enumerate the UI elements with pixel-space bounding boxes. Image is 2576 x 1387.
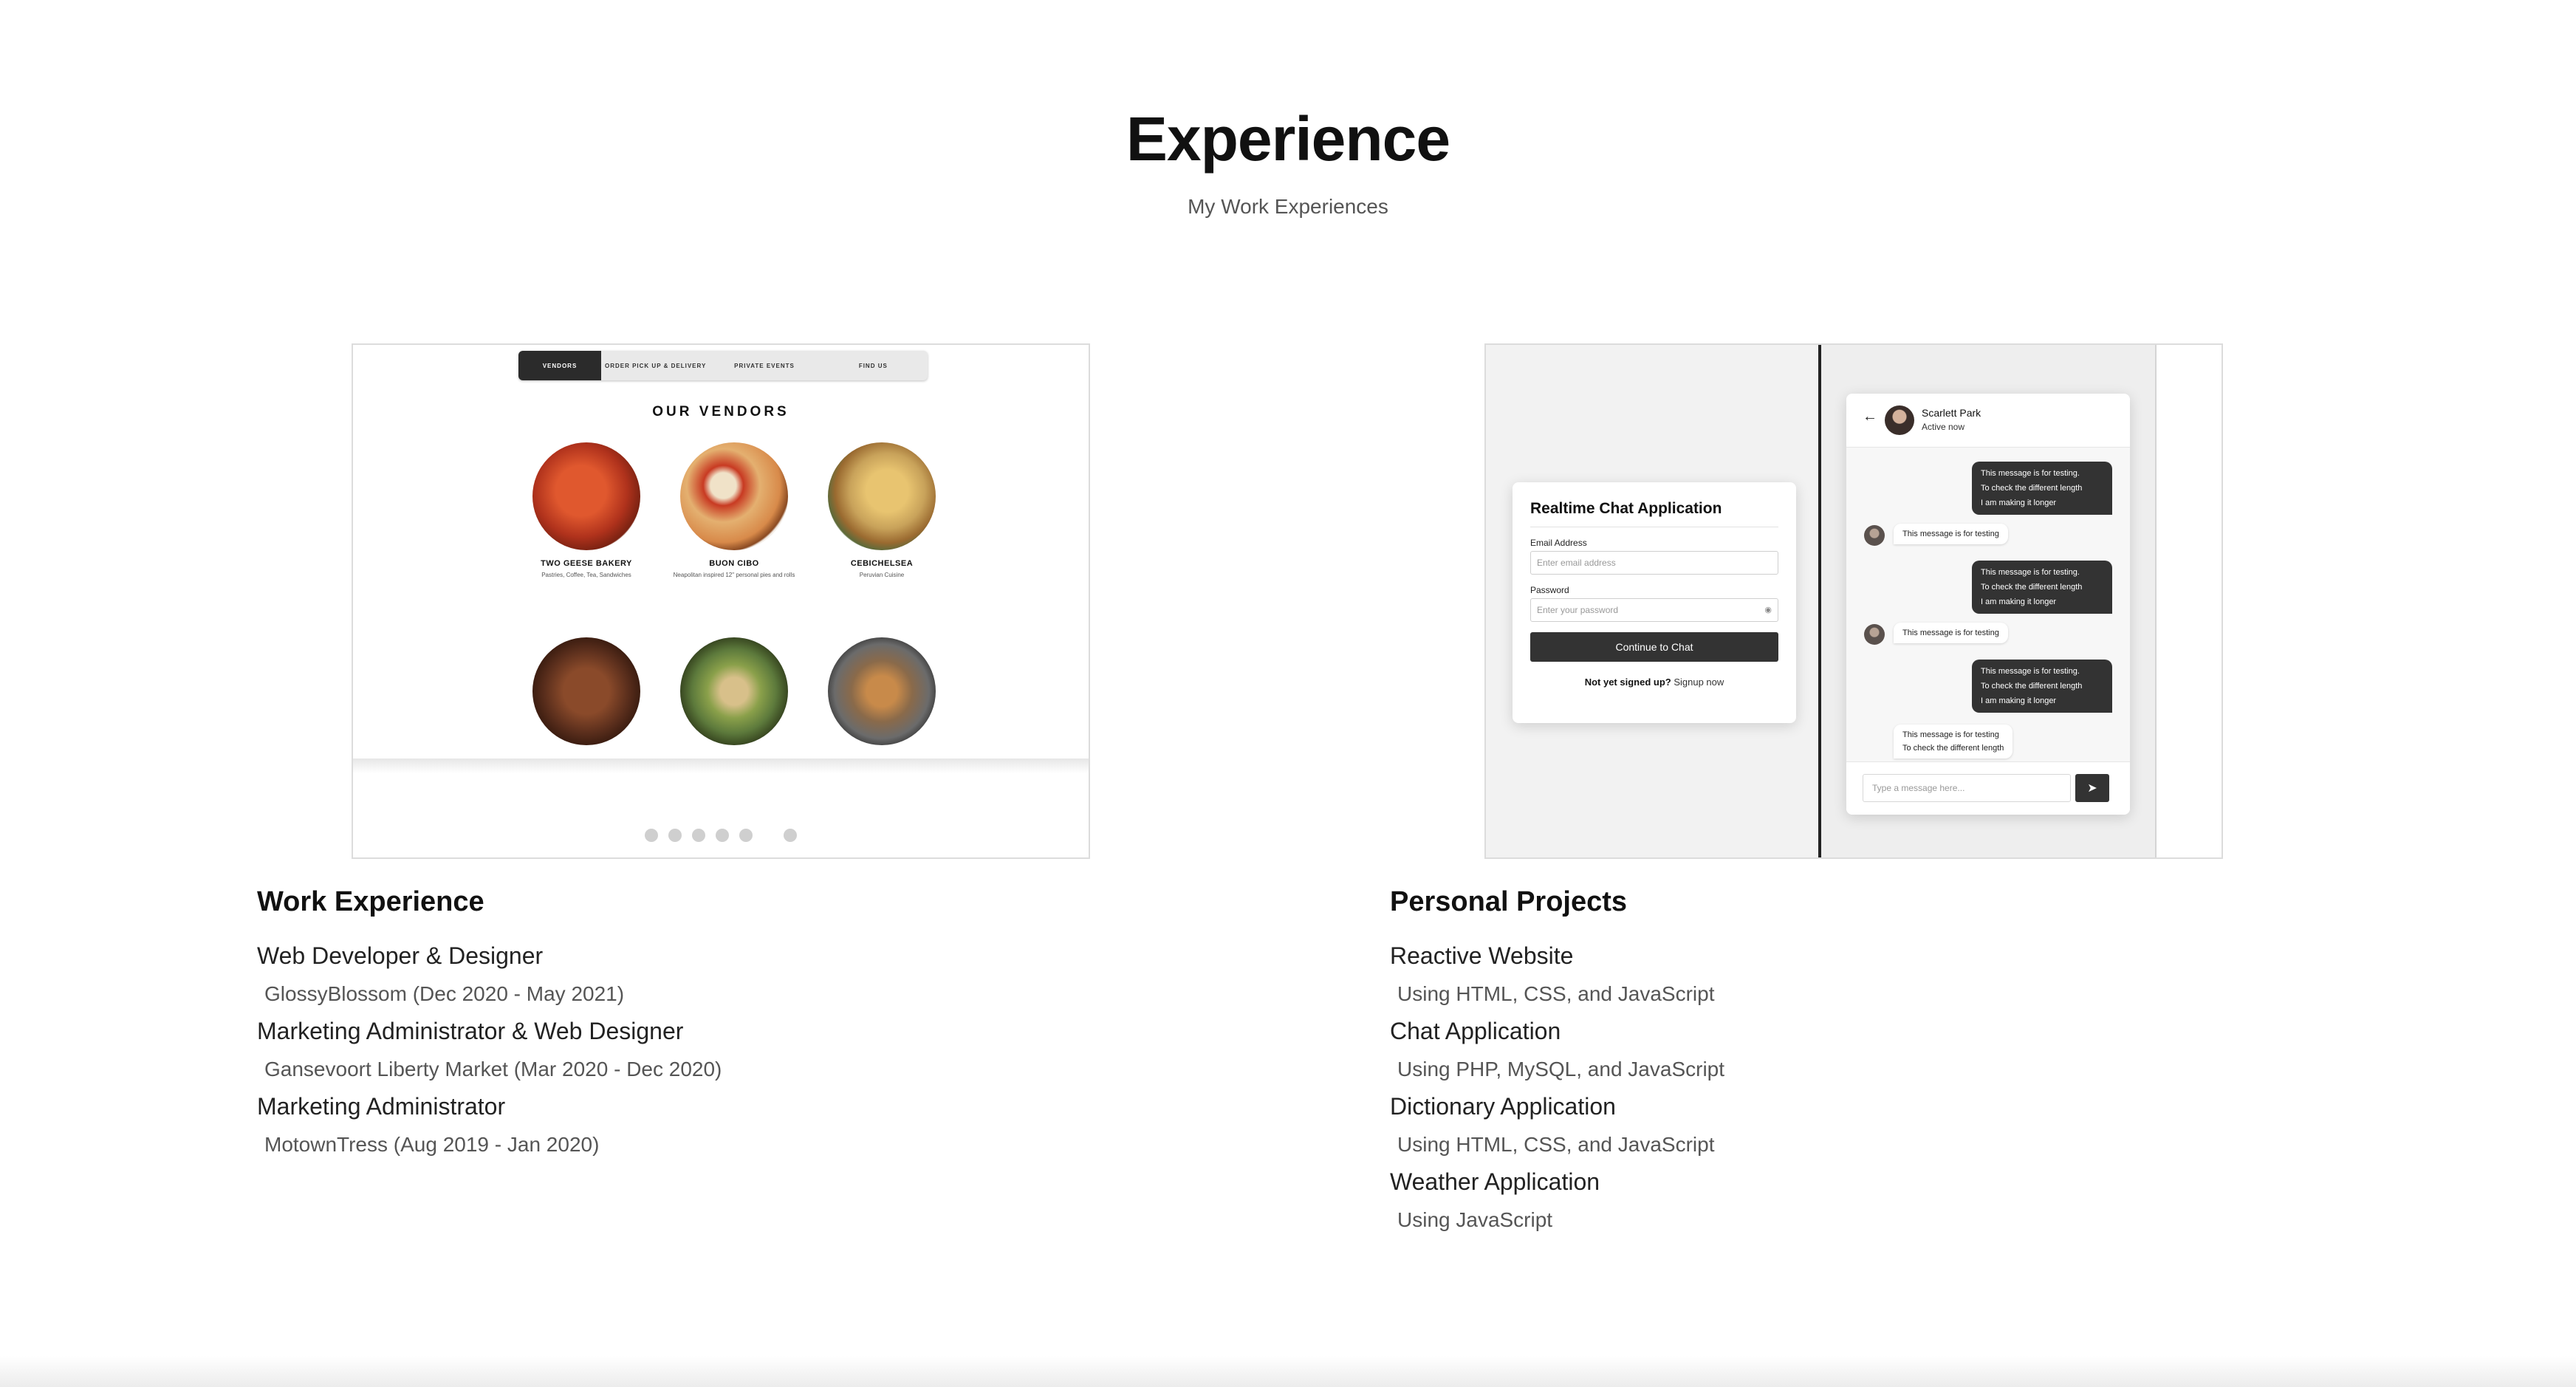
message-line: To check the different length <box>1981 583 2083 592</box>
chat-user-name: Scarlett Park <box>1922 407 1981 419</box>
outgoing-message: This message is for testing. To check th… <box>1972 462 2112 515</box>
carousel-dot[interactable] <box>739 829 753 842</box>
work-item-title: Web Developer & Designer <box>257 942 544 969</box>
chat-login-card: Realtime Chat Application Email Address … <box>1513 482 1796 723</box>
message-line: To check the different length <box>1902 744 2004 753</box>
outgoing-message: This message is for testing. To check th… <box>1972 660 2112 713</box>
message-line: To check the different length <box>1981 484 2083 493</box>
food-image <box>532 637 640 745</box>
project-item-detail: Using PHP, MySQL, and JavaScript <box>1397 1058 1725 1081</box>
message-line: I am making it longer <box>1981 597 2057 606</box>
vendor-card: BUON CIBO Neapolitan inspired 12" person… <box>668 442 801 579</box>
incoming-message: This message is for testing <box>1894 524 2008 544</box>
email-placeholder: Enter email address <box>1537 558 1616 568</box>
carousel-dot[interactable] <box>716 829 729 842</box>
message-line: This message is for testing. <box>1981 667 2080 676</box>
work-item-title: Marketing Administrator & Web Designer <box>257 1018 684 1044</box>
carousel-dot[interactable] <box>692 829 705 842</box>
project-item-title: Weather Application <box>1390 1168 1600 1195</box>
chat-window: ← Scarlett Park Active now This message … <box>1846 394 2130 815</box>
work-preview-carousel[interactable]: VENDORS ORDER PICK UP & DELIVERY PRIVATE… <box>352 343 1090 859</box>
vendor-nav-item: ORDER PICK UP & DELIVERY <box>604 362 707 369</box>
message-line: I am making it longer <box>1981 499 2057 507</box>
page-title: Experience <box>1126 104 1450 174</box>
signup-link: Signup now <box>1674 677 1724 688</box>
carousel-dot[interactable] <box>784 829 797 842</box>
eye-icon: ◉ <box>1764 606 1772 614</box>
login-title: Realtime Chat Application <box>1530 500 1722 517</box>
continue-to-chat-button: Continue to Chat <box>1530 632 1778 662</box>
message-line: This message is for testing <box>1902 730 1999 739</box>
carousel-indicators <box>645 829 797 842</box>
email-label: Email Address <box>1530 538 1587 548</box>
vendor-desc: Neapolitan inspired 12" personal pies an… <box>673 572 795 578</box>
work-experience-heading: Work Experience <box>257 886 484 917</box>
project-item-detail: Using HTML, CSS, and JavaScript <box>1397 982 1715 1005</box>
project-item-detail: Using HTML, CSS, and JavaScript <box>1397 1133 1715 1156</box>
vendor-site-nav: VENDORS ORDER PICK UP & DELIVERY PRIVATE… <box>518 351 928 380</box>
project-item-detail: Using JavaScript <box>1397 1208 1553 1231</box>
password-field: Enter your password ◉ <box>1530 598 1778 622</box>
message-line: This message is for testing. <box>1981 568 2080 577</box>
incoming-message: This message is for testing To check the… <box>1894 725 2013 758</box>
avatar <box>1864 624 1885 645</box>
vendor-card: CEBICHELSEA Peruvian Cuisine <box>815 442 948 579</box>
page-subtitle: My Work Experiences <box>1188 195 1388 218</box>
vendor-nav-item: FIND US <box>858 362 888 369</box>
projects-preview-carousel[interactable]: Realtime Chat Application Email Address … <box>1484 343 2223 859</box>
vendor-desc: Pastries, Coffee, Tea, Sandwiches <box>541 572 631 578</box>
password-placeholder: Enter your password <box>1537 605 1619 615</box>
back-arrow-icon: ← <box>1863 408 1877 425</box>
preview-margin <box>2155 345 2222 857</box>
vendor-name: TWO GEESE BAKERY <box>541 559 632 568</box>
message-line: I am making it longer <box>1981 696 2057 705</box>
work-item-detail: MotownTress (Aug 2019 - Jan 2020) <box>264 1133 600 1156</box>
divider <box>1818 345 1821 857</box>
footer-edge <box>0 1356 2576 1387</box>
project-item-title: Dictionary Application <box>1390 1093 1616 1120</box>
carousel-dot[interactable] <box>645 829 658 842</box>
vendor-nav-item: PRIVATE EVENTS <box>734 362 795 369</box>
avatar <box>1885 405 1914 435</box>
vendor-nav-item: VENDORS <box>518 351 601 380</box>
message-input: Type a message here... <box>1863 774 2071 802</box>
project-item-title: Reactive Website <box>1390 942 1574 969</box>
password-label: Password <box>1530 585 1569 595</box>
message-line: To check the different length <box>1981 682 2083 691</box>
signup-prompt: Not yet signed up? Signup now <box>1530 677 1778 688</box>
send-icon: ➤ <box>2075 774 2109 802</box>
vendor-card <box>815 637 948 745</box>
chat-input-bar: Type a message here... ➤ <box>1846 761 2130 815</box>
carousel-dot[interactable] <box>668 829 682 842</box>
incoming-message: This message is for testing <box>1894 623 2008 643</box>
project-item-title: Chat Application <box>1390 1018 1561 1044</box>
food-image <box>680 637 788 745</box>
vendor-heading: OUR VENDORS <box>652 404 789 419</box>
chat-header: ← Scarlett Park Active now <box>1846 394 2130 448</box>
vendor-card: TWO GEESE BAKERY Pastries, Coffee, Tea, … <box>520 442 653 579</box>
outgoing-message: This message is for testing. To check th… <box>1972 561 2112 614</box>
work-item-detail: GlossyBlossom (Dec 2020 - May 2021) <box>264 982 625 1005</box>
message-line: This message is for testing. <box>1981 469 2080 478</box>
personal-projects-heading: Personal Projects <box>1390 886 1628 917</box>
vendor-card <box>668 637 801 745</box>
email-field: Enter email address <box>1530 551 1778 575</box>
message-line: This message is for testing <box>1902 530 1999 538</box>
avatar <box>1864 525 1885 546</box>
message-line: This message is for testing <box>1902 629 1999 637</box>
food-image <box>828 442 936 550</box>
vendor-name: BUON CIBO <box>709 559 759 568</box>
divider <box>353 758 1089 773</box>
work-item-detail: Gansevoort Liberty Market (Mar 2020 - De… <box>264 1058 722 1081</box>
food-image <box>532 442 640 550</box>
chat-user-status: Active now <box>1922 422 1965 432</box>
vendor-card <box>520 637 653 745</box>
vendor-desc: Peruvian Cuisine <box>859 572 905 578</box>
food-image <box>680 442 788 550</box>
vendor-name: CEBICHELSEA <box>850 559 914 568</box>
food-image <box>828 637 936 745</box>
work-item-title: Marketing Administrator <box>257 1093 506 1120</box>
signup-prompt-text: Not yet signed up? <box>1584 677 1671 688</box>
